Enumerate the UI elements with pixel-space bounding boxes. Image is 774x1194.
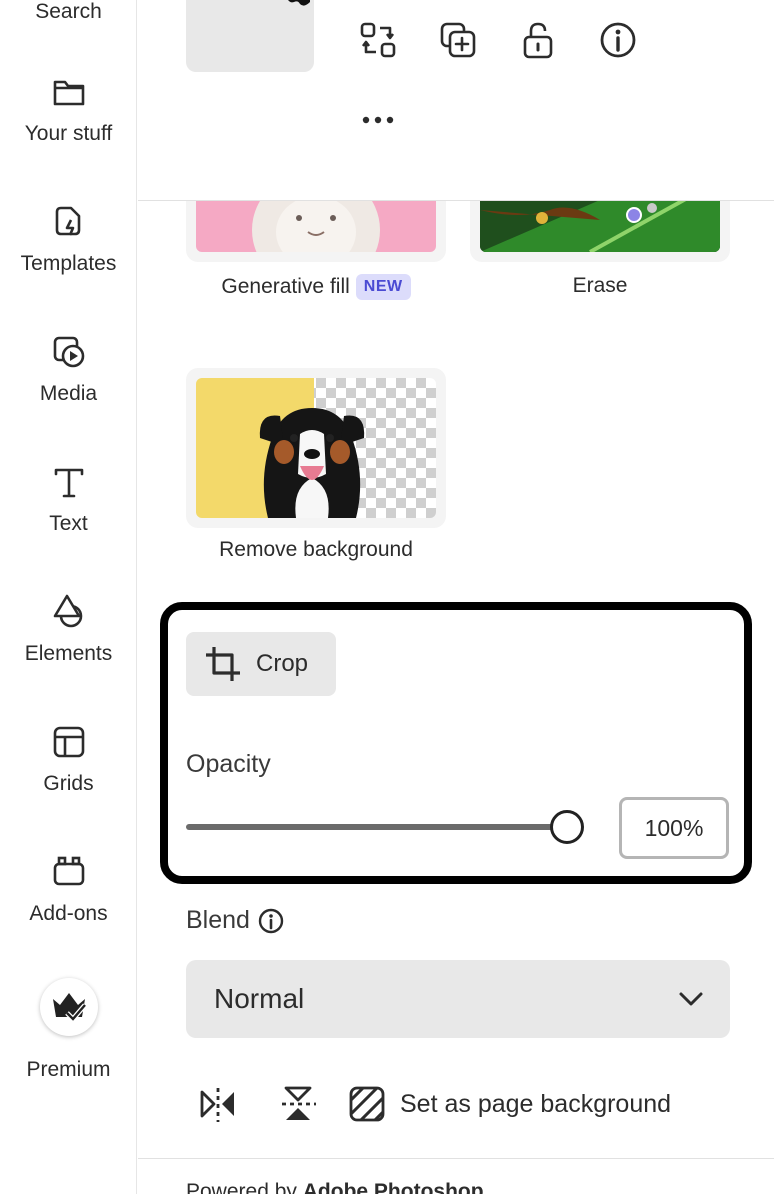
blend-selected-value: Normal xyxy=(214,983,305,1014)
rail-item-text[interactable]: Text xyxy=(0,462,137,536)
rail-item-premium[interactable]: Premium xyxy=(0,978,137,1082)
left-rail: Search Your stuff Templates Media Text E… xyxy=(0,0,137,1194)
erase-image xyxy=(480,201,720,252)
opacity-value-field[interactable]: 100% xyxy=(619,797,729,859)
rail-item-addons[interactable]: Add-ons xyxy=(0,852,137,926)
powered-by-text: Powered by Adobe Photoshop xyxy=(186,1180,484,1194)
folder-icon xyxy=(53,80,84,106)
cat-illustration xyxy=(252,201,380,252)
set-page-background-label: Set as page background xyxy=(400,1089,672,1118)
new-badge: NEW xyxy=(355,274,411,300)
powered-prefix: Powered by xyxy=(186,1180,297,1194)
rail-item-label: Media xyxy=(39,382,98,405)
powered-brand: Adobe Photoshop xyxy=(302,1180,484,1194)
blend-label: Blend xyxy=(186,906,250,934)
generative-fill-label: Generative fill xyxy=(221,275,350,298)
rail-item-grids[interactable]: Grids xyxy=(0,722,137,796)
crown-icon xyxy=(52,993,87,1023)
rail-item-label: Add-ons xyxy=(29,902,108,925)
flip-vertical-icon[interactable] xyxy=(278,1084,318,1124)
opacity-slider-thumb[interactable] xyxy=(550,810,584,844)
elements-icon xyxy=(53,594,82,628)
media-icon xyxy=(53,336,84,368)
rail-item-label: Grids xyxy=(43,772,94,795)
page-background-icon xyxy=(349,1086,385,1122)
generative-fill-label-row: Generative fill NEW xyxy=(186,274,446,300)
crop-button[interactable]: Crop xyxy=(186,632,336,696)
flip-horizontal-icon[interactable] xyxy=(198,1084,238,1124)
replace-icon[interactable] xyxy=(358,20,398,60)
blend-mode-dropdown[interactable]: Normal xyxy=(186,960,730,1038)
rail-item-elements[interactable]: Elements xyxy=(0,592,137,666)
rail-item-label: Premium xyxy=(26,1058,111,1081)
rail-item-media[interactable]: Media xyxy=(0,332,137,406)
selected-image-thumbnail[interactable] xyxy=(186,0,314,72)
remove-background-label: Remove background xyxy=(219,538,413,561)
more-icon[interactable] xyxy=(358,100,398,140)
rail-item-label: Text xyxy=(49,512,88,535)
crop-label: Crop xyxy=(256,650,309,677)
duplicate-icon[interactable] xyxy=(438,20,478,60)
info-icon[interactable] xyxy=(598,20,638,60)
generative-fill-image xyxy=(196,201,436,252)
remove-background-image xyxy=(196,378,436,518)
crop-icon xyxy=(206,647,240,681)
premium-badge xyxy=(39,978,98,1036)
rail-item-label: Templates xyxy=(20,252,117,275)
unlock-icon[interactable] xyxy=(518,20,558,60)
rail-item-label: Search xyxy=(35,0,102,23)
dog-illustration xyxy=(196,378,436,518)
erase-card[interactable] xyxy=(470,201,730,262)
rail-item-label: Elements xyxy=(24,642,113,665)
templates-icon xyxy=(55,206,80,236)
generative-fill-card[interactable] xyxy=(186,201,446,262)
rail-item-label: Your stuff xyxy=(24,122,113,145)
properties-panel: Generative fill NEW Erase Remove backgro… xyxy=(138,0,774,1194)
info-icon[interactable] xyxy=(258,908,284,934)
grids-icon xyxy=(53,726,84,758)
text-icon xyxy=(54,468,83,498)
opacity-label: Opacity xyxy=(186,750,271,778)
chevron-down-icon xyxy=(679,992,703,1006)
leaf-illustration xyxy=(480,201,720,252)
blend-label-row: Blend xyxy=(186,906,284,935)
opacity-slider-track[interactable] xyxy=(186,824,568,830)
divider xyxy=(138,200,774,201)
remove-background-card[interactable] xyxy=(186,368,446,528)
rail-item-templates[interactable]: Templates xyxy=(0,202,137,276)
addons-icon xyxy=(53,856,84,886)
erase-label: Erase xyxy=(572,274,628,297)
set-page-background-button[interactable]: Set as page background xyxy=(348,1082,671,1126)
divider xyxy=(138,1158,774,1159)
rail-item-your-stuff[interactable]: Your stuff xyxy=(0,72,137,146)
thumbnail-edge-fragment xyxy=(288,0,310,6)
rail-item-search[interactable]: Search xyxy=(0,0,137,24)
